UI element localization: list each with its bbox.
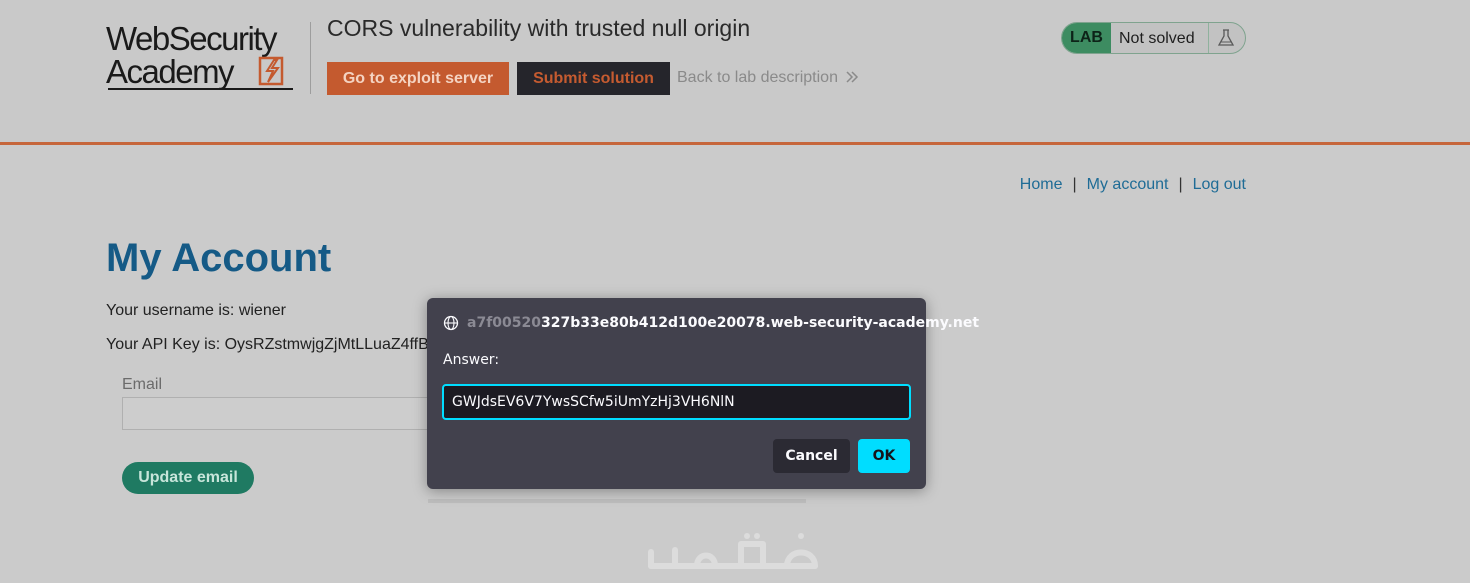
nav-my-account-link[interactable]: My account [1087, 176, 1169, 193]
dialog-origin-faded: a7f00520 [467, 315, 541, 331]
dialog-origin: a7f00520327b33e80b412d100e20078.web-secu… [467, 315, 979, 331]
cancel-button[interactable]: Cancel [773, 439, 850, 473]
lab-label: LAB [1062, 23, 1111, 53]
nav-separator: | [1178, 176, 1183, 193]
submit-solution-button[interactable]: Submit solution [517, 62, 670, 95]
answer-input[interactable] [442, 384, 911, 420]
update-email-button[interactable]: Update email [122, 462, 254, 494]
nav-separator: | [1072, 176, 1077, 193]
globe-icon [443, 315, 459, 331]
watermark-logo-icon [648, 533, 818, 569]
nav-log-out-link[interactable]: Log out [1193, 176, 1246, 193]
page-title: My Account [106, 236, 332, 280]
badge-divider [1208, 23, 1209, 53]
email-input[interactable] [122, 397, 432, 430]
ok-button[interactable]: OK [858, 439, 910, 473]
web-security-academy-logo[interactable]: WebSecurity Academy [106, 18, 311, 98]
flask-icon [1217, 29, 1235, 46]
logo-underline [108, 88, 293, 90]
account-nav: Home | My account | Log out [1020, 176, 1246, 194]
lab-status-badge: LAB Not solved [1061, 22, 1246, 54]
answer-label: Answer: [443, 352, 500, 368]
back-to-lab-description-link[interactable]: Back to lab description [677, 69, 838, 87]
lab-status-text: Not solved [1119, 30, 1195, 47]
lab-title: CORS vulnerability with trusted null ori… [327, 15, 751, 41]
dialog-origin-text: 327b33e80b412d100e20078.web-security-aca… [541, 315, 980, 331]
nav-home-link[interactable]: Home [1020, 176, 1063, 193]
double-chevron-right-icon[interactable] [845, 70, 859, 84]
logo-text-line2: Academy [106, 53, 235, 90]
username-text: Your username is: wiener [106, 302, 286, 319]
api-key-text: Your API Key is: OysRZstmwjgZjMtLLuaZ4ff… [106, 336, 429, 353]
lightning-box-icon [258, 56, 284, 86]
dialog-backdrop-strip [428, 499, 806, 503]
lab-header: WebSecurity Academy CORS vulnerability w… [0, 0, 1470, 145]
logo-text-line1: WebSecurity [106, 20, 277, 57]
email-label: Email [122, 376, 163, 393]
prompt-dialog: a7f00520327b33e80b412d100e20078.web-secu… [427, 298, 979, 489]
header-divider [310, 22, 311, 94]
go-to-exploit-server-button[interactable]: Go to exploit server [327, 62, 509, 95]
